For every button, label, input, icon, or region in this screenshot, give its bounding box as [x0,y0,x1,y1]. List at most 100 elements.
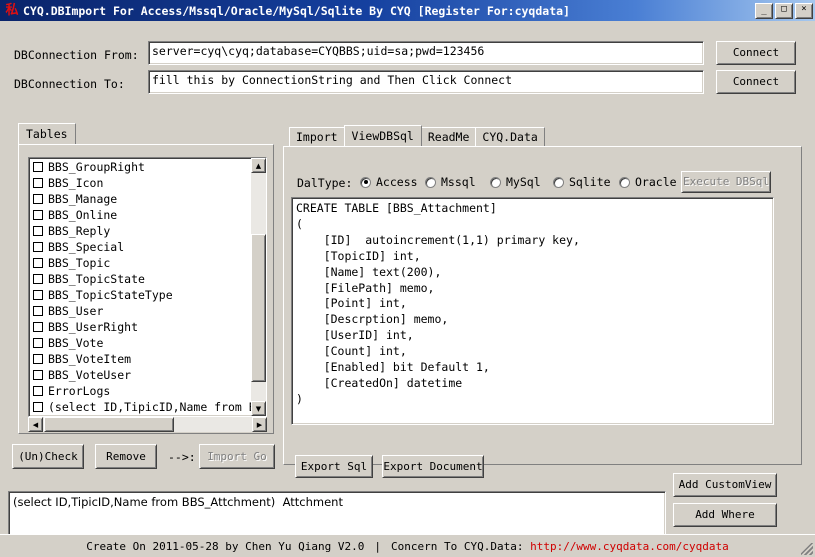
radio-oracle[interactable]: Oracle [619,175,677,189]
status-concern: Concern To CYQ.Data: [391,539,524,553]
vscroll-thumb[interactable] [251,234,266,382]
sql-textarea[interactable]: CREATE TABLE [BBS_Attachment] ( [ID] aut… [291,197,774,425]
checkbox-icon[interactable] [33,274,43,284]
radio-sqlite[interactable]: Sqlite [553,175,611,189]
tables-hscrollbar[interactable]: ◀ ▶ [28,417,267,432]
remove-button[interactable]: Remove [95,444,157,469]
tables-vscrollbar[interactable]: ▲ ▼ [251,158,266,416]
list-item[interactable]: BBS_TopicState [29,271,266,287]
radio-mysql-label: MySql [506,175,541,189]
radio-access-icon [360,176,371,188]
sql-text: CREATE TABLE [BBS_Attachment] ( [ID] aut… [296,201,580,406]
status-created: Create On 2011-05-28 by Chen Yu Qiang V2… [86,539,365,553]
uncheck-button[interactable]: (Un)Check [12,444,84,469]
list-item-label: BBS_Special [48,240,125,254]
tab-readme[interactable]: ReadMe [420,127,477,146]
connect-from-button[interactable]: Connect [716,41,796,65]
list-item[interactable]: BBS_Special [29,239,266,255]
status-separator: | [374,539,381,553]
checkbox-icon[interactable] [33,370,43,380]
checkbox-icon[interactable] [33,242,43,252]
list-item-label: BBS_UserRight [48,320,139,334]
checkbox-icon[interactable] [33,386,43,396]
list-item[interactable]: BBS_TopicStateType [29,287,266,303]
radio-mssql-icon [425,176,436,188]
checkbox-icon[interactable] [33,258,43,268]
list-item-label: (select ID,TipicID,Name from BBS_Att [48,400,266,414]
list-item-label: BBS_VoteUser [48,368,132,382]
list-item-label: BBS_VoteItem [48,352,132,366]
list-item[interactable]: BBS_Manage [29,191,266,207]
close-button[interactable]: × [795,2,813,19]
list-item[interactable]: ErrorLogs [29,383,266,399]
checkbox-icon[interactable] [33,306,43,316]
minimize-icon: _ [761,5,767,16]
radio-mysql[interactable]: MySql [490,175,541,189]
daltype-label: DalType: [297,176,353,190]
add-customview-button[interactable]: Add CustomView [673,473,777,497]
radio-access-label: Access [376,175,418,189]
dbconnection-to-label: DBConnection To: [14,77,125,91]
radio-mssql[interactable]: Mssql [425,175,476,189]
list-item[interactable]: BBS_UserRight [29,319,266,335]
checkbox-icon[interactable] [33,338,43,348]
checkbox-icon[interactable] [33,162,43,172]
export-document-button[interactable]: Export Document [382,455,484,478]
maximize-button[interactable]: □ [775,2,793,19]
list-item-label: ErrorLogs [48,384,111,398]
radio-mssql-label: Mssql [441,175,476,189]
list-item[interactable]: BBS_Online [29,207,266,223]
list-item-label: BBS_Reply [48,224,111,238]
checkbox-icon[interactable] [33,178,43,188]
dbconnection-from-input[interactable]: server=cyq\cyq;database=CYQBBS;uid=sa;pw… [148,41,704,65]
list-item[interactable]: BBS_VoteUser [29,367,266,383]
tables-listbox[interactable]: BBS_GroupRight BBS_Icon BBS_Manage BBS_Onli… [28,157,267,417]
radio-oracle-icon [619,176,630,188]
tab-viewdbsql[interactable]: ViewDBSql [343,125,422,146]
list-item[interactable]: BBS_Reply [29,223,266,239]
tab-cyqdata[interactable]: CYQ.Data [475,127,545,146]
tables-panel: BBS_GroupRight BBS_Icon BBS_Manage BBS_Onli… [18,144,274,434]
status-bar: Create On 2011-05-28 by Chen Yu Qiang V2… [0,534,815,557]
list-item[interactable]: (select ID,TipicID,Name from BBS_Att [29,399,266,415]
title-bar: 私 CYQ.DBImport For Access/Mssql/Oracle/M… [0,0,815,21]
checkbox-icon[interactable] [33,226,43,236]
client-area: DBConnection From: server=cyq\cyq;databa… [0,21,815,557]
add-where-button[interactable]: Add Where [673,503,777,527]
list-item-label: BBS_GroupRight [48,160,145,174]
scroll-right-icon[interactable]: ▶ [252,417,267,432]
checkbox-icon[interactable] [33,290,43,300]
hscroll-thumb[interactable] [44,417,174,432]
dbconnection-to-input[interactable]: fill this by ConnectionString and Then C… [148,70,704,94]
list-item-label: BBS_Icon [48,176,104,190]
checkbox-icon[interactable] [33,354,43,364]
maximize-icon: □ [781,3,787,14]
radio-mysql-icon [490,176,501,188]
import-go-button[interactable]: Import Go [199,444,275,469]
list-item[interactable]: BBS_GroupRight [29,159,266,175]
tab-import[interactable]: Import [289,127,345,146]
connect-to-button[interactable]: Connect [716,70,796,94]
list-item[interactable]: BBS_User [29,303,266,319]
list-item[interactable]: BBS_Topic [29,255,266,271]
scroll-down-icon[interactable]: ▼ [251,401,266,416]
radio-access[interactable]: Access [360,175,418,189]
checkbox-icon[interactable] [33,402,43,412]
list-item[interactable]: BBS_VoteItem [29,351,266,367]
checkbox-icon[interactable] [33,322,43,332]
export-sql-button[interactable]: Export Sql [295,455,373,478]
execute-dbsql-button[interactable]: Execute DBSql [681,171,771,193]
list-item-label: BBS_Topic [48,256,111,270]
checkbox-icon[interactable] [33,194,43,204]
scroll-up-icon[interactable]: ▲ [251,158,266,173]
app-icon: 私 [5,2,19,18]
minimize-button[interactable]: _ [755,2,773,19]
list-item[interactable]: BBS_Vote [29,335,266,351]
close-icon: × [801,3,807,14]
status-link[interactable]: http://www.cyqdata.com/cyqdata [530,540,729,553]
resize-grip[interactable] [801,543,813,555]
scroll-left-icon[interactable]: ◀ [28,417,43,432]
tab-tables[interactable]: Tables [18,123,76,144]
checkbox-icon[interactable] [33,210,43,220]
list-item[interactable]: BBS_Icon [29,175,266,191]
